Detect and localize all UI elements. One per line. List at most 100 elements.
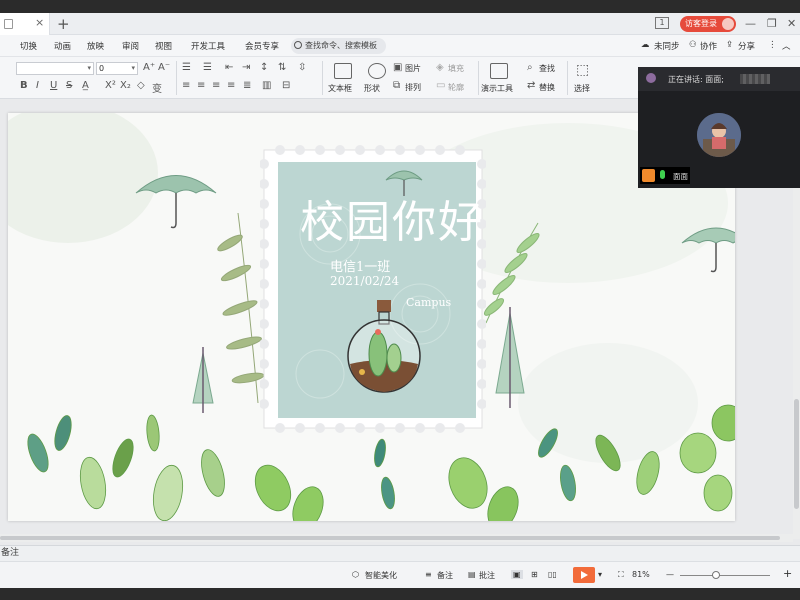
- underline-icon[interactable]: U: [50, 80, 57, 91]
- fit-window-icon[interactable]: ⛶: [618, 570, 624, 580]
- text-direction-icon[interactable]: ⇅: [278, 62, 286, 73]
- italic-icon[interactable]: I: [36, 80, 39, 91]
- normal-view-icon[interactable]: ▣: [511, 570, 523, 579]
- participant-avatar: [697, 113, 741, 157]
- zoom-slider-track[interactable]: [680, 575, 770, 576]
- text-fit-icon[interactable]: ⊟: [282, 80, 290, 91]
- menu-member[interactable]: 会员专享: [245, 40, 279, 52]
- shape-icon[interactable]: [368, 63, 386, 79]
- text-align-vertical-icon[interactable]: ⇳: [298, 62, 306, 73]
- menu-slideshow[interactable]: 放映: [87, 40, 104, 52]
- menu-view[interactable]: 视图: [155, 40, 172, 52]
- superscript-icon[interactable]: X²: [105, 80, 116, 91]
- visitor-login-label: 访客登录: [685, 19, 717, 28]
- slide-sorter-icon[interactable]: ⊞: [531, 570, 538, 579]
- minimize-icon[interactable]: —: [745, 17, 756, 30]
- textbox-icon[interactable]: [334, 63, 352, 79]
- slide-title[interactable]: 校园你好: [300, 186, 484, 250]
- document-tab[interactable]: ×: [0, 13, 50, 35]
- close-window-icon[interactable]: ✕: [787, 17, 796, 30]
- increase-font-icon[interactable]: A⁺: [143, 62, 155, 73]
- menu-developer[interactable]: 开发工具: [191, 40, 225, 52]
- present-tool-button[interactable]: 演示工具: [481, 83, 513, 94]
- scroll-thumb[interactable]: [0, 536, 780, 540]
- present-tool-icon[interactable]: [490, 63, 508, 79]
- font-family-select[interactable]: ▾: [16, 62, 94, 75]
- bold-icon[interactable]: B: [20, 80, 28, 91]
- bullets-icon[interactable]: ☰: [182, 62, 191, 73]
- play-options-icon[interactable]: ▾: [598, 570, 602, 579]
- smart-beautify-button[interactable]: 智能美化: [365, 570, 397, 581]
- scroll-thumb[interactable]: [794, 399, 799, 509]
- replace-button[interactable]: 替换: [539, 82, 555, 93]
- cloud-icon: ☁: [641, 40, 650, 50]
- share-button[interactable]: 分享: [738, 40, 755, 52]
- notes-toggle-button[interactable]: 备注: [437, 570, 453, 581]
- char-spacing-icon[interactable]: 变: [152, 80, 162, 95]
- reading-view-icon[interactable]: ▯▯: [548, 570, 557, 579]
- speaker-avatar-icon: [646, 73, 656, 83]
- wash-top-left: [8, 113, 158, 243]
- document-icon: [4, 19, 13, 29]
- slide-canvas[interactable]: 校园你好 电信1一班 2021/02/24 Campus: [8, 113, 735, 521]
- text-shadow-icon[interactable]: A̲: [82, 80, 89, 91]
- beautify-icon: ⬡: [352, 570, 359, 579]
- restore-icon[interactable]: ❐: [767, 17, 777, 30]
- more-icon[interactable]: ⋮: [768, 40, 777, 50]
- distribute-icon[interactable]: ≣: [243, 80, 251, 91]
- zoom-level[interactable]: 81%: [632, 570, 650, 579]
- slide-campus-label[interactable]: Campus: [406, 296, 451, 309]
- align-center-icon[interactable]: ≡: [197, 80, 205, 91]
- find-button[interactable]: 查找: [539, 63, 555, 74]
- divider: [478, 61, 479, 95]
- increase-indent-icon[interactable]: ⇥: [242, 62, 250, 73]
- textbox-button[interactable]: 文本框: [328, 83, 352, 94]
- font-size-value: 0: [99, 64, 105, 73]
- font-size-select[interactable]: 0 ▾: [96, 62, 138, 75]
- shape-button[interactable]: 形状: [364, 83, 380, 94]
- slide-class-name[interactable]: 电信1一班: [330, 256, 390, 275]
- collab-button[interactable]: 协作: [700, 40, 717, 52]
- window-count-badge[interactable]: 1: [655, 17, 669, 29]
- line-spacing-icon[interactable]: ↕: [260, 62, 268, 73]
- menu-animation[interactable]: 动画: [54, 40, 71, 52]
- meeting-video-overlay[interactable]: 正在讲话: 面面; 面面: [638, 67, 800, 188]
- collapse-ribbon-icon[interactable]: ︿: [782, 40, 791, 52]
- decrease-indent-icon[interactable]: ⇤: [225, 62, 233, 73]
- closed-umbrella-left: [192, 347, 214, 413]
- visitor-login-button[interactable]: 访客登录: [680, 16, 736, 32]
- align-right-icon[interactable]: ≡: [212, 80, 220, 91]
- close-tab-icon[interactable]: ×: [35, 16, 44, 29]
- clear-format-icon[interactable]: ◇: [137, 80, 145, 91]
- select-button[interactable]: 选择: [574, 83, 590, 94]
- zoom-in-icon[interactable]: +: [783, 567, 792, 580]
- new-tab-icon[interactable]: +: [57, 15, 70, 33]
- align-left-icon[interactable]: ≡: [182, 80, 190, 91]
- justify-icon[interactable]: ≡: [227, 80, 235, 91]
- menu-review[interactable]: 审阅: [122, 40, 139, 52]
- picture-button[interactable]: 图片: [405, 63, 421, 74]
- zoom-slider-knob[interactable]: [712, 571, 720, 579]
- command-search[interactable]: 查找命令、搜索模板: [291, 38, 386, 54]
- slide-date[interactable]: 2021/02/24: [330, 274, 399, 288]
- campus-stamp[interactable]: 校园你好 电信1一班 2021/02/24 Campus: [260, 144, 486, 434]
- fill-button[interactable]: 填充: [448, 63, 464, 74]
- play-slideshow-button[interactable]: [573, 567, 595, 583]
- find-icon: ⌕: [527, 62, 533, 73]
- columns-icon[interactable]: ▥: [262, 80, 271, 91]
- sync-status[interactable]: 未同步: [654, 40, 680, 52]
- notes-pane[interactable]: 备注: [0, 545, 800, 561]
- outline-button[interactable]: 轮廓: [448, 82, 464, 93]
- meeting-header: 正在讲话: 面面;: [638, 67, 800, 91]
- strikethrough-icon[interactable]: S: [66, 80, 72, 91]
- arrange-button[interactable]: 排列: [405, 82, 421, 93]
- numbering-icon[interactable]: ☰: [203, 62, 212, 73]
- picture-icon: ▣: [393, 62, 403, 73]
- avatar-illustration: [697, 113, 741, 157]
- comment-button[interactable]: 批注: [479, 570, 495, 581]
- subscript-icon[interactable]: X₂: [120, 80, 131, 91]
- horizontal-scrollbar[interactable]: [0, 534, 793, 542]
- zoom-out-icon[interactable]: —: [666, 570, 674, 579]
- menu-transition[interactable]: 切换: [20, 40, 37, 52]
- decrease-font-icon[interactable]: A⁻: [158, 62, 170, 73]
